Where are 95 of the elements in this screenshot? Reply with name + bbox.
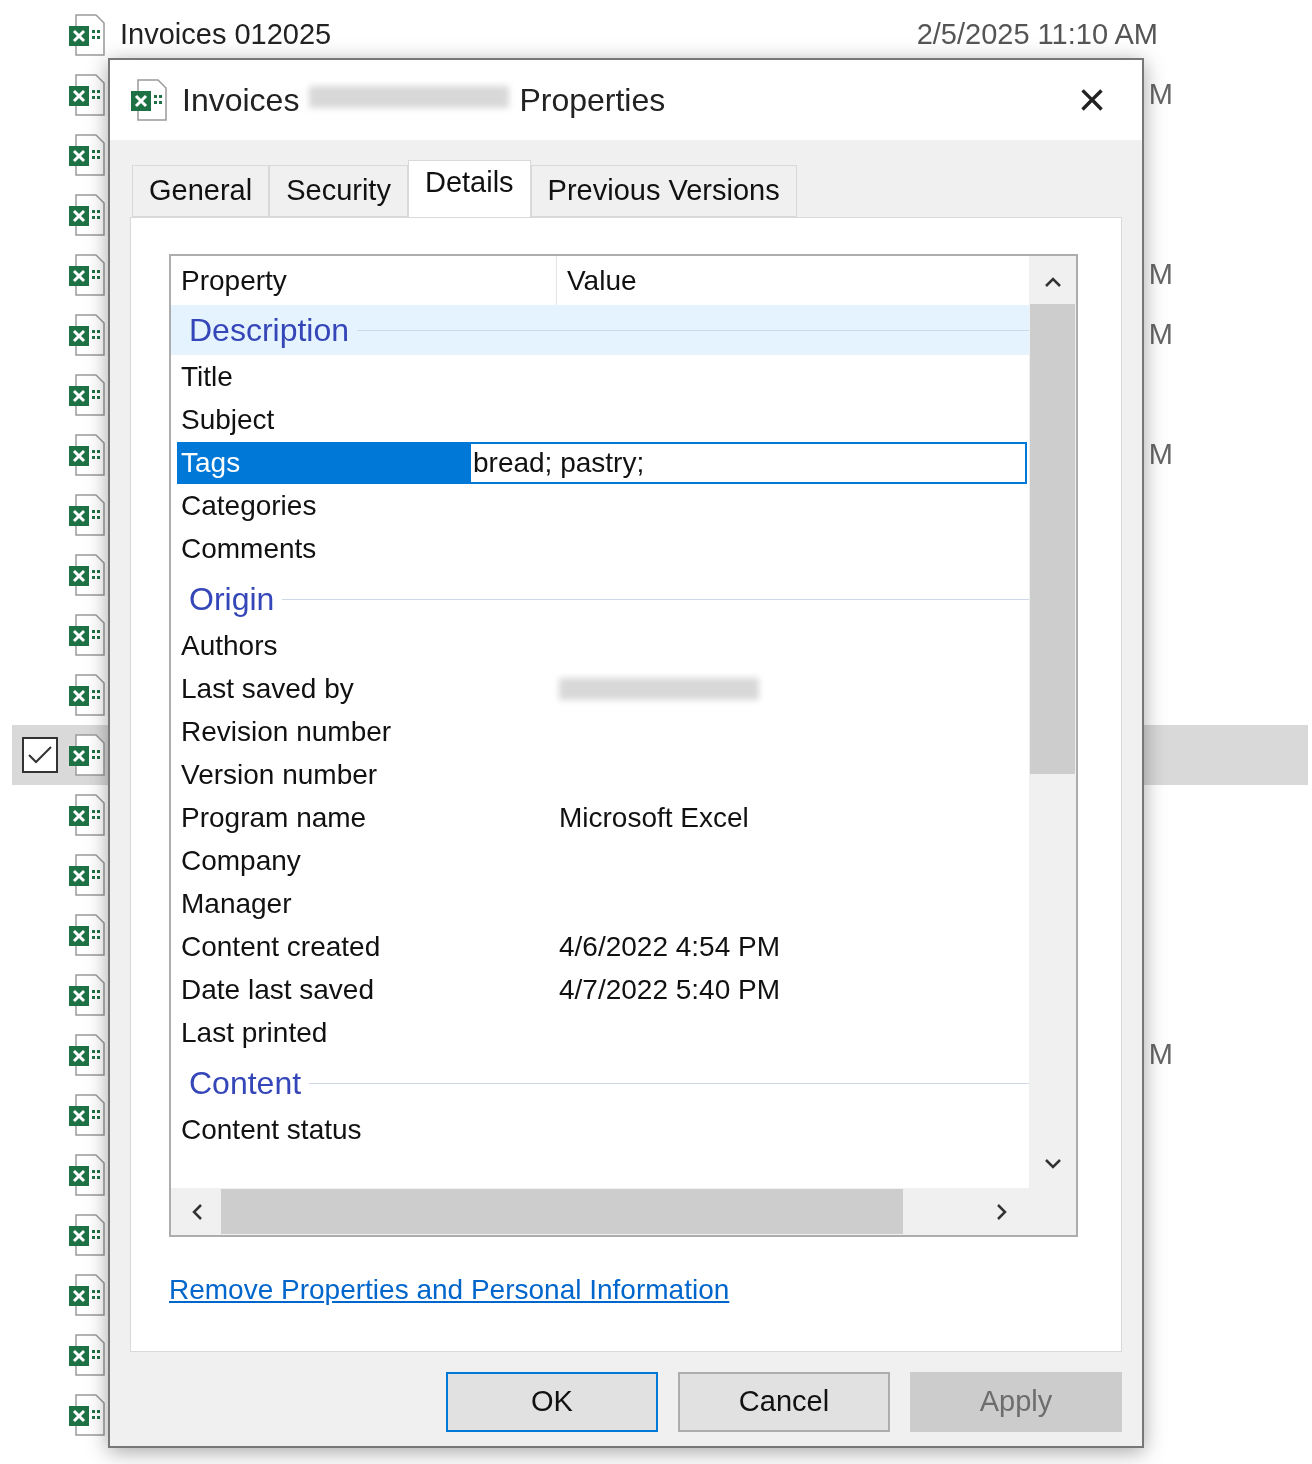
spreadsheet-icon	[68, 134, 106, 176]
property-row[interactable]: Revision number	[171, 710, 1029, 753]
property-row[interactable]: Subject	[171, 398, 1029, 441]
property-row[interactable]: Content created 4/6/2022 4:54 PM	[171, 925, 1029, 968]
spreadsheet-icon	[130, 79, 168, 121]
property-name: Date last saved	[181, 972, 374, 1007]
spreadsheet-icon	[68, 734, 106, 776]
column-header[interactable]: Value	[557, 256, 1029, 305]
spreadsheet-icon	[68, 254, 106, 296]
section-title: Origin	[189, 580, 275, 619]
spreadsheet-icon	[68, 1274, 106, 1316]
close-button[interactable]: ×	[1062, 70, 1122, 130]
row-checkbox[interactable]	[22, 737, 58, 773]
spreadsheet-icon	[68, 194, 106, 236]
tab[interactable]: General	[132, 165, 270, 217]
tab[interactable]: Details	[407, 160, 531, 217]
spreadsheet-icon	[68, 74, 106, 116]
property-row[interactable]: Title	[171, 355, 1029, 398]
property-row[interactable]: Categories	[171, 484, 1029, 527]
property-row[interactable]: Last printed	[171, 1011, 1029, 1054]
remove-properties-link[interactable]: Remove Properties and Personal Information	[169, 1274, 730, 1305]
property-name: Last printed	[181, 1015, 328, 1050]
scroll-up-icon[interactable]	[1043, 276, 1062, 288]
window-title: Properties	[519, 81, 666, 120]
property-name: Authors	[181, 628, 278, 663]
property-row[interactable]: Version number	[171, 753, 1029, 796]
window-title: Invoices	[182, 81, 300, 120]
spreadsheet-icon	[68, 1034, 106, 1076]
property-name: Title	[181, 359, 233, 394]
section-title: Content	[189, 1064, 302, 1103]
property-row[interactable]: Company	[171, 839, 1029, 882]
spreadsheet-icon	[68, 1394, 106, 1436]
spreadsheet-icon	[68, 854, 106, 896]
property-row[interactable]: Last saved by	[171, 667, 1029, 710]
scroll-thumb[interactable]	[1030, 304, 1075, 774]
tab[interactable]: Security	[269, 165, 408, 217]
spreadsheet-icon	[68, 614, 106, 656]
property-name: Program name	[181, 800, 367, 835]
spreadsheet-icon	[68, 434, 106, 476]
file-date: M	[1148, 437, 1173, 473]
spreadsheet-icon	[68, 1094, 106, 1136]
dialog-button[interactable]: Cancel	[678, 1372, 890, 1432]
spreadsheet-icon	[68, 1154, 106, 1196]
section-header[interactable]: Content	[171, 1058, 1029, 1108]
property-value: 4/6/2022 4:54 PM	[559, 929, 781, 964]
spreadsheet-icon	[68, 554, 106, 596]
property-name: Comments	[181, 531, 317, 566]
property-row[interactable]: Authors	[171, 624, 1029, 667]
checkmark-icon	[27, 745, 53, 765]
property-name: Content status	[181, 1112, 362, 1147]
property-name: Revision number	[181, 714, 392, 749]
file-date: 2/5/2025 11:10 AM	[916, 17, 1158, 53]
spreadsheet-icon	[68, 314, 106, 356]
property-row[interactable]: Comments	[171, 527, 1029, 570]
file-date: M	[1148, 317, 1173, 353]
property-name: Company	[181, 843, 301, 878]
spreadsheet-icon	[68, 14, 106, 56]
spreadsheet-icon	[68, 914, 106, 956]
property-value: Microsoft Excel	[559, 800, 749, 835]
property-name: Last saved by	[181, 671, 354, 706]
property-name: Subject	[181, 402, 275, 437]
property-row[interactable]: Date last saved 4/7/2022 5:40 PM	[171, 968, 1029, 1011]
property-name: Categories	[181, 488, 317, 523]
scroll-thumb[interactable]	[221, 1189, 903, 1234]
spreadsheet-icon	[68, 794, 106, 836]
scroll-right-icon[interactable]	[996, 1202, 1008, 1221]
horizontal-scrollbar[interactable]	[171, 1188, 1076, 1235]
section-title: Description	[189, 311, 350, 350]
value-field[interactable]: bread; pastry;	[469, 441, 1027, 484]
property-value: 4/7/2022 5:40 PM	[559, 972, 781, 1007]
file-date: M	[1148, 1037, 1173, 1073]
scroll-left-icon[interactable]	[191, 1202, 203, 1221]
property-row[interactable]: Manager	[171, 882, 1029, 925]
tab[interactable]: Previous Versions	[530, 165, 797, 217]
property-row[interactable]: Program name Microsoft Excel	[171, 796, 1029, 839]
section-header[interactable]: Origin	[171, 574, 1029, 624]
property-name: Content created	[181, 929, 381, 964]
property-row[interactable]: Content status	[171, 1108, 1029, 1151]
property-name: Manager	[181, 886, 292, 921]
section-header[interactable]: Description	[171, 305, 1029, 355]
spreadsheet-icon	[68, 374, 106, 416]
spreadsheet-icon	[68, 974, 106, 1016]
property-name: Version number	[181, 757, 378, 792]
dialog-button[interactable]: OK	[446, 1372, 658, 1432]
property-name: Tags	[181, 445, 241, 480]
spreadsheet-icon	[68, 1214, 106, 1256]
vertical-scrollbar[interactable]	[1029, 256, 1076, 1188]
file-date: M	[1148, 257, 1173, 293]
file-date: M	[1148, 77, 1173, 113]
property-row[interactable]: Tags bread; pastry;	[171, 441, 1029, 484]
spreadsheet-icon	[68, 494, 106, 536]
file-name: Invoices 012025	[120, 17, 332, 53]
spreadsheet-icon	[68, 1334, 106, 1376]
scroll-down-icon[interactable]	[1043, 1158, 1062, 1170]
spreadsheet-icon	[68, 674, 106, 716]
